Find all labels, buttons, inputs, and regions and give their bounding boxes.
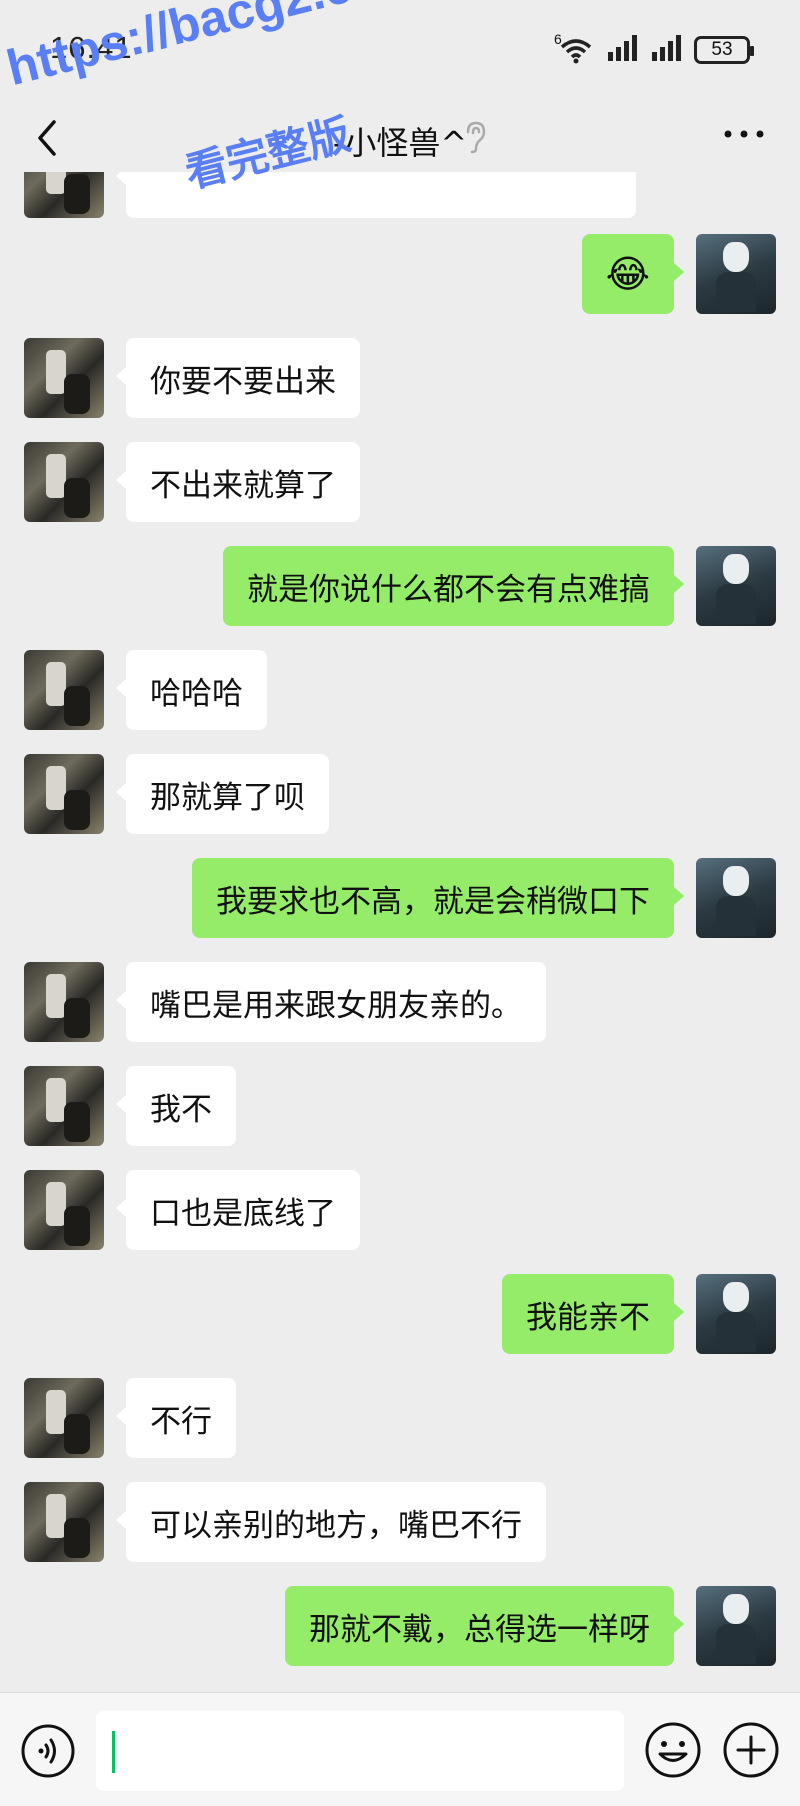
text-cursor	[112, 1731, 115, 1773]
laughing-crying-emoji-icon: 😂	[605, 252, 650, 296]
message-text: 我能亲不	[526, 1299, 650, 1336]
message-input[interactable]	[96, 1711, 624, 1791]
message-outgoing: 😂	[0, 234, 800, 314]
message-outgoing: 就是你说什么都不会有点难搞	[0, 546, 800, 626]
contact-avatar[interactable]	[24, 1066, 104, 1146]
chat-message-list[interactable]: 😂 你要不要出来 不出来就算了 就是你说什么都不会有点难搞 哈哈哈 那就算了呗 …	[0, 172, 800, 1692]
message-outgoing: 那就不戴，总得选一样呀	[0, 1586, 800, 1666]
status-icons: 6 53	[554, 31, 754, 66]
message-text: 口也是底线了	[150, 1195, 336, 1232]
message-incoming: 可以亲别的地方，嘴巴不行	[0, 1482, 800, 1562]
message-bubble[interactable]: 口也是底线了	[116, 1170, 360, 1250]
status-bar: 16:41 6 53	[0, 0, 800, 100]
message-bubble[interactable]: 那就算了呗	[116, 754, 329, 834]
message-incoming: 不行	[0, 1378, 800, 1458]
emoji-icon[interactable]	[644, 1721, 702, 1779]
my-avatar[interactable]	[696, 546, 776, 626]
my-avatar[interactable]	[696, 858, 776, 938]
message-bubble[interactable]: 我能亲不	[502, 1274, 684, 1354]
message-incoming: 不出来就算了	[0, 442, 800, 522]
status-time: 16:41	[50, 30, 133, 65]
message-outgoing: 我能亲不	[0, 1274, 800, 1354]
message-bubble[interactable]: 嘴巴是用来跟女朋友亲的。	[116, 962, 546, 1042]
my-avatar[interactable]	[696, 1586, 776, 1666]
message-text: 那就算了呗	[150, 779, 305, 816]
input-bar	[0, 1692, 800, 1806]
message-incoming: 你要不要出来	[0, 338, 800, 418]
message-text: 你要不要出来	[150, 363, 336, 400]
ear-icon	[466, 121, 486, 154]
chat-title: -小怪兽^	[0, 118, 800, 164]
my-avatar[interactable]	[696, 234, 776, 314]
message-text: 可以亲别的地方，嘴巴不行	[150, 1507, 522, 1544]
my-avatar[interactable]	[696, 1274, 776, 1354]
more-icon[interactable]	[722, 126, 766, 142]
message-text: 我要求也不高，就是会稍微口下	[216, 883, 650, 920]
message-text: 那就不戴，总得选一样呀	[309, 1611, 650, 1648]
message-incoming	[0, 172, 800, 218]
contact-avatar[interactable]	[24, 172, 104, 218]
message-text: 就是你说什么都不会有点难搞	[247, 571, 650, 608]
contact-avatar[interactable]	[24, 1378, 104, 1458]
message-bubble[interactable]: 不行	[116, 1378, 236, 1458]
message-bubble[interactable]: 你要不要出来	[116, 338, 360, 418]
chat-title-name: 小怪兽^	[344, 124, 468, 162]
message-incoming: 口也是底线了	[0, 1170, 800, 1250]
message-text: 不行	[150, 1403, 212, 1440]
message-text: 我不	[150, 1091, 212, 1128]
message-outgoing: 我要求也不高，就是会稍微口下	[0, 858, 800, 938]
chat-title-dash: -	[332, 124, 345, 162]
contact-avatar[interactable]	[24, 442, 104, 522]
contact-avatar[interactable]	[24, 1170, 104, 1250]
message-bubble[interactable]: 可以亲别的地方，嘴巴不行	[116, 1482, 546, 1562]
message-incoming: 我不	[0, 1066, 800, 1146]
message-text: 不出来就算了	[150, 467, 336, 504]
signal-icon	[606, 34, 640, 66]
contact-avatar[interactable]	[24, 650, 104, 730]
message-incoming: 那就算了呗	[0, 754, 800, 834]
message-bubble[interactable]: 那就不戴，总得选一样呀	[285, 1586, 684, 1666]
network-label: 6	[554, 31, 562, 47]
wifi-icon: 6	[554, 31, 596, 65]
contact-avatar[interactable]	[24, 962, 104, 1042]
battery-icon: 53	[694, 36, 754, 64]
contact-avatar[interactable]	[24, 338, 104, 418]
message-bubble[interactable]: 就是你说什么都不会有点难搞	[223, 546, 684, 626]
contact-avatar[interactable]	[24, 754, 104, 834]
message-incoming: 哈哈哈	[0, 650, 800, 730]
nav-bar: -小怪兽^	[0, 100, 800, 172]
message-bubble[interactable]: 😂	[581, 234, 685, 314]
message-incoming: 嘴巴是用来跟女朋友亲的。	[0, 962, 800, 1042]
message-text: 哈哈哈	[150, 675, 243, 712]
signal-icon	[650, 34, 684, 66]
message-bubble[interactable]: 我不	[116, 1066, 236, 1146]
message-text: 嘴巴是用来跟女朋友亲的。	[150, 987, 522, 1024]
voice-icon[interactable]	[20, 1723, 76, 1779]
message-bubble[interactable]: 哈哈哈	[116, 650, 267, 730]
message-bubble[interactable]: 不出来就算了	[116, 442, 360, 522]
message-bubble[interactable]	[116, 172, 636, 218]
message-bubble[interactable]: 我要求也不高，就是会稍微口下	[192, 858, 684, 938]
contact-avatar[interactable]	[24, 1482, 104, 1562]
plus-icon[interactable]	[722, 1721, 780, 1779]
